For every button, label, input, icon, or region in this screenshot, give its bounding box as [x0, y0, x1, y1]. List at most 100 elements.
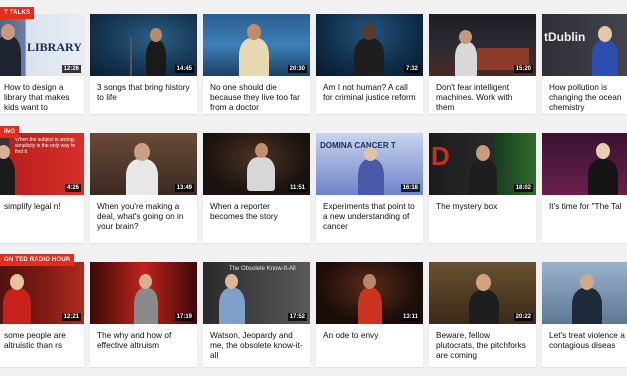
video-title[interactable]: Experiments that point to a new understa…: [316, 195, 423, 231]
speaker-figure: [358, 288, 382, 324]
speaker-figure: [455, 42, 477, 76]
video-title[interactable]: Watson, Jeopardy and me, the obsolete kn…: [203, 324, 310, 360]
video-thumbnail[interactable]: 20:30: [203, 14, 310, 76]
video-thumbnail[interactable]: 15:20: [429, 14, 536, 76]
speaker-figure: [588, 159, 618, 195]
video-title[interactable]: How pollution is changing the ocean chem…: [542, 76, 627, 112]
video-title[interactable]: The why and how of effective altruism: [90, 324, 197, 350]
speaker-figure: [572, 288, 602, 324]
speaker-head: [247, 24, 261, 40]
video-thumbnail[interactable]: 14:45: [90, 14, 197, 76]
speaker-figure: [592, 40, 618, 76]
duration-label: 16:18: [400, 184, 420, 192]
video-card[interactable]: tDublin How pollution is changing the oc…: [542, 14, 627, 114]
video-card[interactable]: 20:22 Beware, fellow plutocrats, the pit…: [429, 262, 536, 367]
video-thumbnail[interactable]: 12:21: [0, 262, 84, 324]
video-card[interactable]: 11:51 When a reporter becomes the story: [203, 133, 310, 243]
video-title[interactable]: An ode to envy: [316, 324, 423, 340]
video-title[interactable]: When a reporter becomes the story: [203, 195, 310, 221]
duration-label: 17:52: [287, 313, 307, 321]
video-card[interactable]: It's time for "The Tal: [542, 133, 627, 243]
video-card[interactable]: LIBRARY 12:26 How to design a library th…: [0, 14, 84, 114]
slide-text: DOMINA CANCER T: [320, 141, 396, 150]
speaker-figure: [247, 157, 275, 191]
speaker-head: [596, 143, 610, 159]
speaker-figure: [0, 36, 21, 76]
ted-logo-backdrop: D: [431, 141, 450, 171]
video-thumbnail[interactable]: 17:19: [90, 262, 197, 324]
duration-label: 20:30: [287, 65, 307, 73]
video-thumbnail[interactable]: tDublin: [542, 14, 627, 76]
microphone-stand: [130, 38, 132, 76]
duration-label: 12:26: [61, 65, 81, 73]
duration-label: 4:26: [64, 184, 81, 192]
speaker-figure: [469, 290, 499, 324]
video-card[interactable]: 12:21 some people are altruistic than rs: [0, 262, 84, 367]
video-thumbnail[interactable]: 11:51: [203, 133, 310, 195]
video-thumbnail[interactable]: 13:49: [90, 133, 197, 195]
video-title[interactable]: Am I not human? A call for criminal just…: [316, 76, 423, 102]
duration-label: 13:11: [400, 313, 420, 321]
video-thumbnail[interactable]: LIBRARY 12:26: [0, 14, 84, 76]
video-grid: T TALKS LIBRARY 12:26 How to design a li…: [0, 0, 627, 376]
video-thumbnail[interactable]: D 18:02: [429, 133, 536, 195]
speaker-head: [10, 274, 24, 290]
video-title[interactable]: How to design a library that makes kids …: [0, 76, 84, 112]
speaker-head: [598, 26, 612, 42]
speaker-figure: [354, 38, 384, 76]
duration-label: 15:20: [513, 65, 533, 73]
speaker-figure: [239, 38, 269, 76]
duration-label: 17:19: [174, 313, 194, 321]
duration-label: 20:22: [513, 313, 533, 321]
video-card[interactable]: 15:20 Don't fear intelligent machines. W…: [429, 14, 536, 114]
video-title[interactable]: No one should die because they live too …: [203, 76, 310, 112]
video-title[interactable]: It's time for "The Tal: [542, 195, 627, 211]
speaker-head: [139, 274, 152, 289]
video-card[interactable]: DOMINA CANCER T 16:18 Experiments that p…: [316, 133, 423, 243]
video-title[interactable]: When you're making a deal, what's going …: [90, 195, 197, 231]
video-title[interactable]: Don't fear intelligent machines. Work wi…: [429, 76, 536, 112]
video-title[interactable]: some people are altruistic than rs: [0, 324, 84, 350]
speaker-figure: [358, 159, 384, 195]
duration-label: 11:51: [287, 184, 307, 192]
duration-label: 12:21: [61, 313, 81, 321]
duration-label: 18:02: [513, 184, 533, 192]
video-thumbnail[interactable]: [542, 262, 627, 324]
video-card[interactable]: The Obsolete Know-It-All 17:52 Watson, J…: [203, 262, 310, 367]
slide-text: tDublin: [544, 30, 586, 44]
video-card[interactable]: 14:45 3 songs that bring history to life: [90, 14, 197, 114]
video-card[interactable]: D 18:02 The mystery box: [429, 133, 536, 243]
duration-label: 14:45: [174, 65, 194, 73]
speaker-head: [459, 30, 472, 44]
video-card[interactable]: Let's treat violence a contagious diseas: [542, 262, 627, 367]
row-badge[interactable]: ON TED RADIO HOUR: [0, 254, 75, 266]
speaker-figure: [219, 288, 245, 324]
video-card[interactable]: 7:32 Am I not human? A call for criminal…: [316, 14, 423, 114]
video-title[interactable]: The mystery box: [429, 195, 536, 211]
speaker-head: [150, 28, 162, 42]
video-card[interactable]: 17:19 The why and how of effective altru…: [90, 262, 197, 367]
speaker-figure: [469, 159, 497, 195]
video-thumbnail[interactable]: [542, 133, 627, 195]
video-thumbnail[interactable]: 7:32: [316, 14, 423, 76]
video-title[interactable]: Let's treat violence a contagious diseas: [542, 324, 627, 350]
speaker-figure: [3, 288, 31, 324]
speaker-figure: [126, 159, 158, 195]
speaker-head: [476, 145, 490, 161]
video-card[interactable]: 13:11 An ode to envy: [316, 262, 423, 367]
video-card[interactable]: 13:49 When you're making a deal, what's …: [90, 133, 197, 243]
slide-text: When the subject is wrong, simplicity is…: [15, 137, 76, 155]
video-card[interactable]: When the subject is wrong, simplicity is…: [0, 133, 84, 243]
row-badge[interactable]: ING: [0, 126, 20, 138]
video-card[interactable]: 20:30 No one should die because they liv…: [203, 14, 310, 114]
row-badge[interactable]: T TALKS: [0, 7, 35, 19]
video-title[interactable]: 3 songs that bring history to life: [90, 76, 197, 102]
video-title[interactable]: Beware, fellow plutocrats, the pitchfork…: [429, 324, 536, 360]
video-thumbnail[interactable]: When the subject is wrong, simplicity is…: [0, 133, 84, 195]
video-thumbnail[interactable]: The Obsolete Know-It-All 17:52: [203, 262, 310, 324]
video-title[interactable]: simplify legal n!: [0, 195, 84, 211]
video-thumbnail[interactable]: 20:22: [429, 262, 536, 324]
speaker-head: [363, 274, 376, 289]
video-thumbnail[interactable]: 13:11: [316, 262, 423, 324]
video-thumbnail[interactable]: DOMINA CANCER T 16:18: [316, 133, 423, 195]
